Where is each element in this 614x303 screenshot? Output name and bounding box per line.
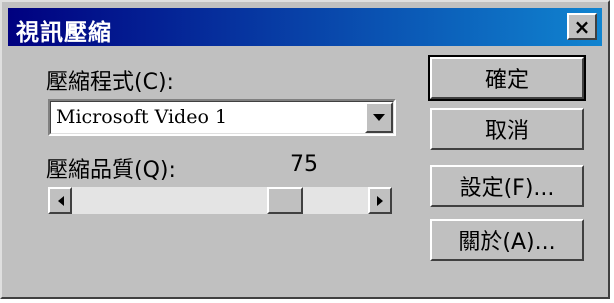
scroll-left-button[interactable] (48, 187, 72, 214)
close-icon: × (573, 14, 591, 39)
chevron-down-icon (373, 113, 385, 121)
video-compression-dialog: 視訊壓縮 × 壓縮程式(C): Microsoft Video 1 壓縮品質(Q… (0, 0, 610, 299)
about-button-label: 關於(A)... (458, 230, 556, 255)
window-title: 視訊壓縮 (16, 20, 112, 46)
scroll-right-button[interactable] (368, 187, 392, 214)
arrow-right-icon (376, 195, 383, 206)
quality-slider[interactable] (48, 187, 392, 214)
quality-value: 75 (290, 152, 318, 177)
configure-button-label: 設定(F)... (459, 176, 555, 201)
title-bar[interactable]: 視訊壓縮 × (8, 8, 602, 46)
close-button[interactable]: × (567, 13, 597, 40)
compressor-select[interactable]: Microsoft Video 1 (48, 99, 396, 136)
compressor-label: 壓縮程式(C): (46, 70, 174, 95)
cancel-button[interactable]: 取消 (430, 108, 584, 150)
quality-label: 壓縮品質(Q): (46, 158, 176, 183)
cancel-button-label: 取消 (484, 119, 529, 144)
compressor-value: Microsoft Video 1 (56, 106, 228, 128)
ok-button[interactable]: 確定 (428, 55, 586, 101)
about-button[interactable]: 關於(A)... (430, 219, 584, 261)
slider-thumb[interactable] (267, 187, 303, 214)
arrow-left-icon (57, 195, 64, 206)
dropdown-button[interactable] (365, 102, 393, 133)
configure-button[interactable]: 設定(F)... (430, 165, 584, 207)
ok-button-label: 確定 (484, 68, 529, 93)
